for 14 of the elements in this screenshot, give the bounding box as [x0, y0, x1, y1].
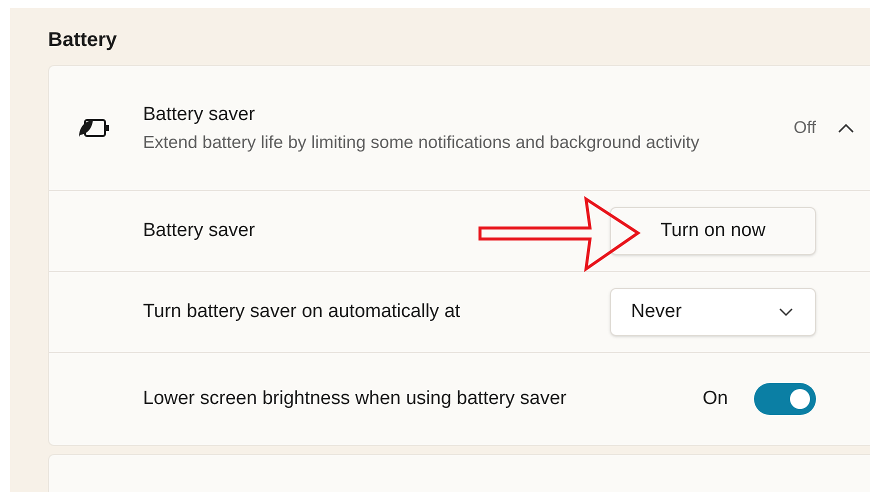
setting-label: Battery saver: [143, 218, 255, 243]
dropdown-field[interactable]: Never: [610, 288, 816, 336]
toggle-status: On: [702, 386, 728, 411]
chevron-up-icon: [838, 123, 854, 133]
chevron-down-icon: [779, 308, 793, 316]
setting-status: Off: [794, 117, 816, 140]
turn-on-button[interactable]: Turn on now: [610, 207, 816, 255]
setting-title: Battery saver: [143, 102, 256, 127]
battery-leaf-icon: [77, 117, 111, 139]
setting-label: Lower screen brightness when using battery saver: [143, 386, 567, 411]
toggle-switch[interactable]: [754, 383, 816, 415]
setting-label: Turn battery saver on automatically at: [143, 300, 460, 324]
setting-description: Extend battery life by limiting some notifications and background activity: [143, 131, 700, 154]
section-title: Battery: [48, 28, 118, 53]
